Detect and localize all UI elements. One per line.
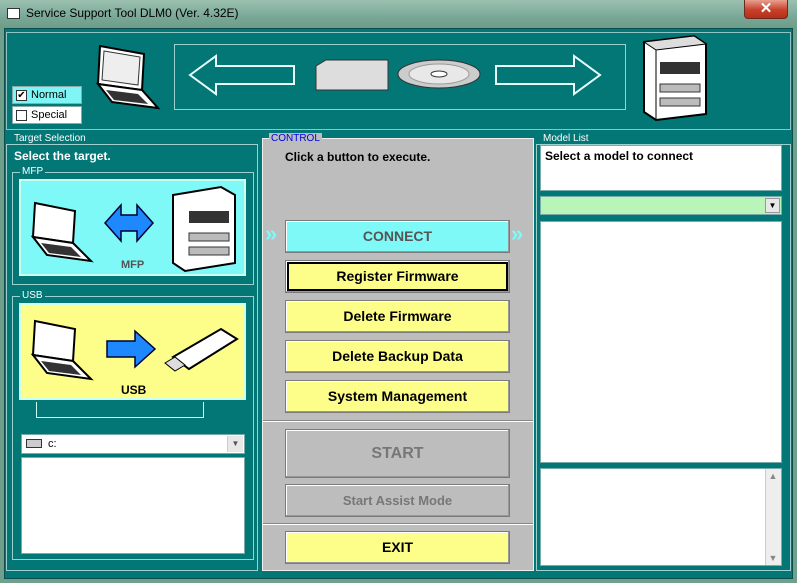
chevron-right-icon: » <box>511 221 524 246</box>
usb-memory-icon <box>315 59 389 91</box>
cd-disc-icon <box>397 59 481 89</box>
normal-check-icon: ✔ <box>16 90 27 101</box>
delete-firmware-button[interactable]: Delete Firmware <box>285 300 510 333</box>
laptop-icon <box>30 319 94 381</box>
scroll-down-icon[interactable]: ▼ <box>767 553 779 563</box>
control-separator <box>263 420 533 422</box>
model-detail-box[interactable]: ▲ ▼ <box>540 468 782 566</box>
chevron-left-icon: » <box>265 221 278 246</box>
arrow-right-icon <box>106 329 157 369</box>
model-select[interactable]: ▼ <box>540 196 782 215</box>
model-list-label: Model List <box>541 133 591 144</box>
connect-button[interactable]: CONNECT <box>285 220 510 253</box>
control-panel: CONTROL Click a button to execute. CONNE… <box>262 133 534 571</box>
usb-memory-icon <box>164 327 239 372</box>
drive-select[interactable]: c: ▼ <box>21 434 245 454</box>
scroll-up-icon[interactable]: ▲ <box>767 471 779 481</box>
control-separator <box>263 523 533 525</box>
chevron-down-icon[interactable]: ▼ <box>765 198 780 213</box>
chevron-down-icon[interactable]: ▼ <box>227 436 243 452</box>
model-list[interactable] <box>540 221 782 463</box>
close-button[interactable]: ✕ <box>744 0 788 19</box>
arrow-left-icon <box>188 54 295 96</box>
target-heading: Select the target. <box>14 149 111 163</box>
app-icon <box>7 8 20 19</box>
usb-caption: USB <box>121 383 147 397</box>
start-button[interactable]: START <box>285 429 510 478</box>
usb-connector-line <box>36 402 204 418</box>
usb-target-button[interactable]: USB <box>19 303 246 400</box>
scrollbar[interactable]: ▲ ▼ <box>765 469 781 565</box>
usb-group-label: USB <box>20 290 45 301</box>
register-firmware-button[interactable]: Register Firmware <box>285 260 510 293</box>
start-assist-mode-button[interactable]: Start Assist Mode <box>285 484 510 517</box>
delete-backup-data-button[interactable]: Delete Backup Data <box>285 340 510 373</box>
arrow-right-icon <box>495 54 602 96</box>
mfp-group-label: MFP <box>20 166 46 177</box>
control-instruction: Click a button to execute. <box>285 150 431 164</box>
drive-value: c: <box>48 438 57 450</box>
window-title: Service Support Tool DLM0 (Ver. 4.32E) <box>26 6 239 20</box>
special-check-icon <box>16 110 27 121</box>
system-management-button[interactable]: System Management <box>285 380 510 413</box>
laptop-icon <box>30 201 94 263</box>
normal-checkbox[interactable]: ✔ Normal <box>12 86 82 104</box>
special-label: Special <box>31 109 68 121</box>
laptop-icon <box>95 44 161 110</box>
control-label: CONTROL <box>269 133 322 144</box>
title-bar: Service Support Tool DLM0 (Ver. 4.32E) ✕ <box>0 0 797 28</box>
exit-button[interactable]: EXIT <box>285 531 510 564</box>
special-checkbox[interactable]: Special <box>12 106 82 124</box>
mfp-printer-icon <box>172 185 236 273</box>
mfp-caption: MFP <box>121 259 145 271</box>
target-selection-label: Target Selection <box>12 133 88 144</box>
mfp-target-button[interactable]: MFP <box>19 179 246 276</box>
folder-list[interactable] <box>21 457 245 554</box>
double-arrow-icon <box>103 203 155 243</box>
normal-label: Normal <box>31 89 67 101</box>
mfp-printer-icon <box>642 34 708 122</box>
drive-icon <box>26 439 42 448</box>
model-prompt-box: Select a model to connect <box>540 145 782 191</box>
